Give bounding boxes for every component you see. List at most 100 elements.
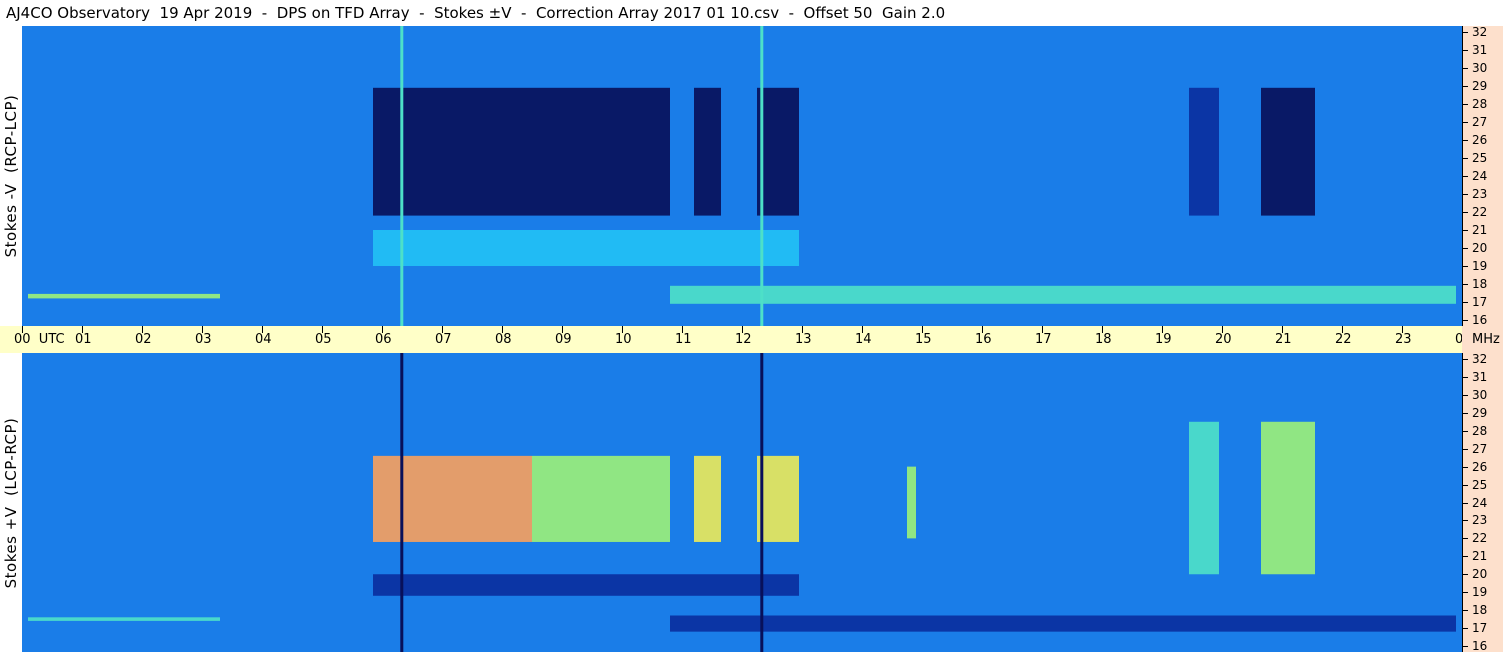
emission-region [373,230,799,266]
frequency-tick-label: 24 [1472,495,1488,510]
frequency-tick-label: 31 [1472,43,1488,57]
frequency-tick-label: 27 [1472,115,1488,129]
frequency-tick-label: 32 [1472,25,1488,39]
frequency-tick [1463,158,1468,159]
frequency-tick-label: 31 [1472,369,1488,384]
frequency-tick [1463,574,1468,576]
frequency-tick [1463,86,1468,87]
frequency-tick [1463,68,1468,69]
frequency-tick-label: 23 [1472,513,1488,528]
frequency-tick [1463,646,1468,647]
frequency-tick [1463,122,1468,123]
frequency-tick-label: 20 [1472,241,1488,255]
emission-region [532,87,670,216]
time-tick-label: 20 [1215,332,1232,347]
spectrogram-background [22,26,1462,326]
time-tick-label: 12 [735,332,752,347]
top-frequency-axis: 32 31 30 29 28 27 26 25 24 23 22 21 20 19 18 17 16 [1462,25,1503,327]
frequency-tick [1463,466,1468,468]
top-panel-ylabel-text: Stokes -V (RCP-LCP) [2,94,20,258]
time-tick-label: 06 [375,332,392,347]
emission-region [670,285,1456,304]
frequency-tick [1463,556,1468,558]
frequency-tick-label: 20 [1472,567,1488,582]
broadband-spike [400,353,404,652]
emission-region [373,455,532,542]
frequency-tick [1463,284,1468,285]
frequency-tick [1463,592,1468,594]
frequency-tick [1463,610,1468,612]
top-spectrogram-svg [22,26,1462,326]
time-tick-label: 22 [1335,332,1352,347]
frequency-tick [1463,104,1468,105]
frequency-tick-label: 18 [1472,277,1488,291]
frequency-tick [1463,430,1468,432]
top-spectrogram-panel [22,26,1462,326]
bottom-margin [0,652,1503,672]
frequency-tick-label: 27 [1472,441,1488,456]
frequency-tick-label: 26 [1472,133,1488,147]
time-tick-label: 21 [1275,332,1292,347]
emission-region [694,87,721,216]
top-panel-ylabel: Stokes -V (RCP-LCP) [0,26,22,326]
emission-region [373,574,799,596]
time-tick-label: 23 [1395,332,1412,347]
frequency-tick-label: 16 [1472,639,1488,653]
bottom-frequency-axis: 32 31 30 29 28 27 26 25 24 23 22 21 20 19 18 17 16 [1462,352,1503,653]
time-tick-label: 14 [855,332,872,347]
frequency-tick-label: 25 [1472,151,1488,165]
time-tick-label: 04 [255,332,272,347]
frequency-tick-label: 28 [1472,423,1488,438]
frequency-tick-label: 30 [1472,61,1488,75]
frequency-tick-label: 18 [1472,603,1488,618]
time-tick-label: 08 [495,332,512,347]
time-tick-label: 13 [795,332,812,347]
frequency-tick-label: 16 [1472,313,1488,327]
frequency-tick [1463,248,1468,249]
time-tick-label: 19 [1155,332,1172,347]
bottom-spectrogram-panel [22,353,1462,652]
frequency-tick [1463,359,1468,360]
frequency-tick-label: 21 [1472,549,1488,564]
time-tick-label: 05 [315,332,332,347]
frequency-tick [1463,212,1468,213]
frequency-tick-label: 19 [1472,259,1488,273]
time-tick-label: 00 UTC [14,332,65,347]
bottom-panel-ylabel-text: Stokes +V (LCP-RCP) [2,417,20,588]
emission-region [1189,87,1219,216]
broadband-spike [760,26,764,326]
frequency-tick [1463,412,1468,414]
emission-region [373,87,532,216]
time-tick-label: 01 [75,332,92,347]
frequency-tick-label: 24 [1472,169,1488,183]
time-tick-label: 11 [675,332,692,347]
frequency-tick-label: 29 [1472,79,1488,93]
frequency-tick-label: 19 [1472,585,1488,600]
frequency-tick [1463,376,1468,378]
frequency-tick-label: 22 [1472,531,1488,546]
frequency-tick-label: 28 [1472,97,1488,111]
frequency-tick [1463,266,1468,267]
chart-title: AJ4CO Observatory 19 Apr 2019 - DPS on T… [0,0,1462,26]
frequency-tick [1463,32,1468,33]
emission-region [670,615,1456,632]
time-tick-label: 09 [555,332,572,347]
time-tick-label: 18 [1095,332,1112,347]
frequency-tick-label: 26 [1472,459,1488,474]
time-axis: 00 UTC 01 02 03 04 05 06 07 08 09 10 11 12 13 14 15 16 17… [0,326,1472,353]
spectrogram-background [22,353,1462,652]
frequency-tick-label: 23 [1472,187,1488,201]
time-tick-label: 07 [435,332,452,347]
frequency-tick-label: 17 [1472,295,1488,309]
frequency-tick [1463,448,1468,450]
bottom-spectrogram-svg [22,353,1462,652]
frequency-tick [1463,484,1468,486]
emission-region [1189,421,1219,575]
frequency-tick [1463,520,1468,522]
frequency-tick [1463,230,1468,231]
frequency-tick [1463,194,1468,195]
time-tick-label: 15 [915,332,932,347]
frequency-tick-label: 30 [1472,387,1488,402]
emission-region [694,455,721,542]
frequency-tick-label: 21 [1472,223,1488,237]
